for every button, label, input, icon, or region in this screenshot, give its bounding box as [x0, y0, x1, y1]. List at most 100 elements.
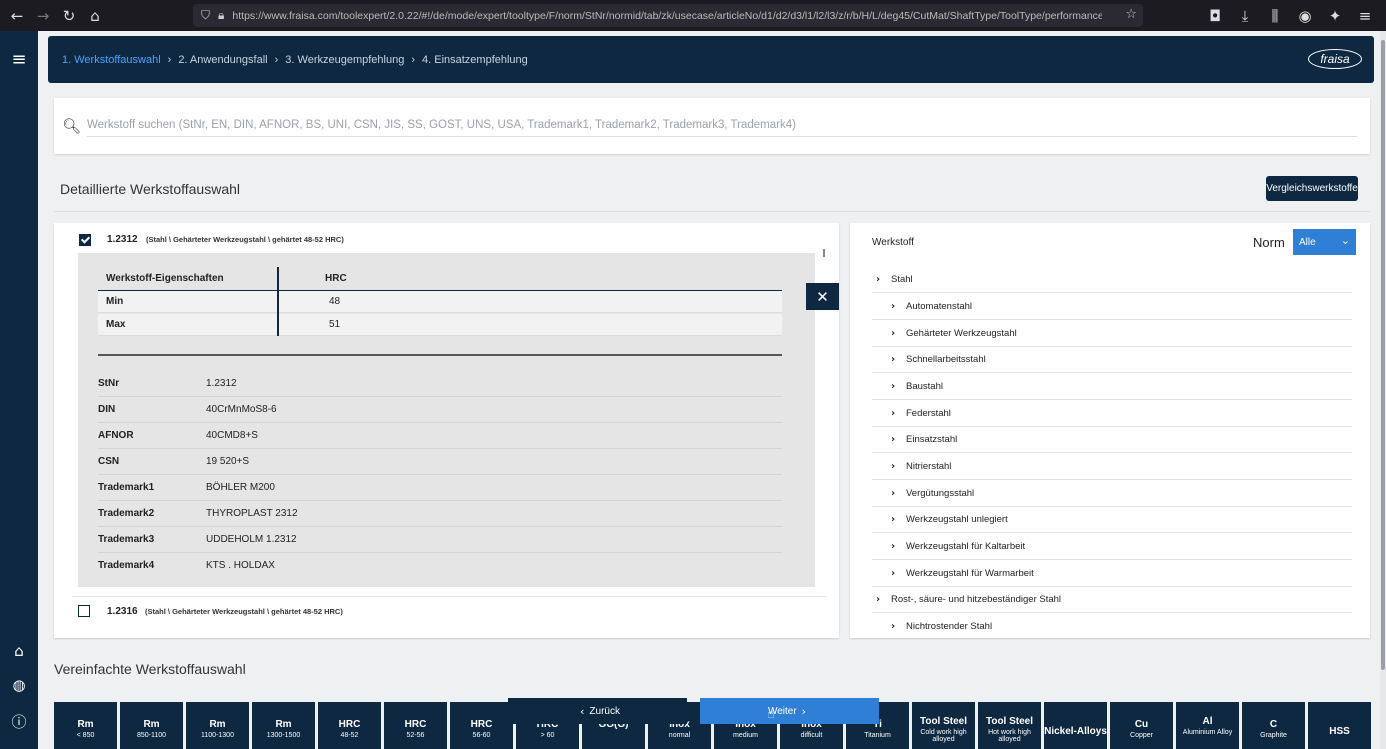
tile-hrc-48-52[interactable]: HRC 48-52 — [318, 702, 381, 749]
tile-nickel-alloys[interactable]: Nickel-Alloys — [1044, 702, 1107, 749]
property-label: Min — [106, 296, 124, 307]
tree-item[interactable]: › Automatenstahl — [872, 294, 1352, 320]
tile-hrc-56-60[interactable]: HRC 56-60 — [450, 702, 513, 749]
back-button[interactable]: ‹ Zurück — [508, 698, 687, 724]
reload-icon[interactable]: ↻ — [56, 3, 82, 29]
tile-sub: 850-1100 — [136, 732, 167, 739]
address-bar[interactable]: ⛉ 🔒︎ https://www.fraisa.com/toolexpert/2… — [193, 4, 1143, 27]
material-number-2[interactable]: 1.2316 — [107, 606, 138, 617]
tree-item[interactable]: › Nitrierstahl — [872, 454, 1352, 480]
breadcrumb-step-3[interactable]: 3. Werkzeugempfehlung — [285, 54, 404, 66]
attribute-row: DIN 40CrMnMoS8-6 — [98, 397, 782, 423]
lock-icon[interactable]: 🔒︎ — [218, 8, 224, 23]
tile-hrc-52-56[interactable]: HRC 52-56 — [384, 702, 447, 749]
tile-main: Al — [1202, 716, 1213, 727]
tile-main: Rm — [77, 719, 94, 730]
chevron-right-icon: › — [876, 274, 881, 285]
tile-aluminium[interactable]: Al Aluminium Alloy — [1176, 702, 1239, 749]
browser-toolbar: ← → ↻ ⌂ ⛉ 🔒︎ https://www.fraisa.com/tool… — [0, 0, 1386, 31]
tile-sub: normal — [668, 732, 691, 739]
tile-sub: 1300-1500 — [266, 732, 301, 739]
url-text[interactable]: https://www.fraisa.com/toolexpert/2.0.22… — [232, 10, 1102, 22]
tile-graphite[interactable]: C Graphite — [1242, 702, 1305, 749]
tile-main: HRC — [470, 719, 493, 730]
tree-item[interactable]: › Vergütungsstahl — [872, 481, 1352, 507]
bookmark-star-icon[interactable]: ☆ — [1125, 7, 1137, 22]
properties-header-label: Werkstoff-Eigenschaften — [106, 273, 224, 284]
tile-rm-1100-1300[interactable]: Rm 1100-1300 — [186, 702, 249, 749]
tile-rm-1300-1500[interactable]: Rm 1300-1500 — [252, 702, 315, 749]
chevron-right-icon: › — [274, 53, 279, 66]
material-checkbox-2[interactable] — [78, 605, 90, 617]
material-number-1[interactable]: 1.2312 — [107, 234, 138, 245]
tree-item[interactable]: › Werkzeugstahl für Warmarbeit — [872, 561, 1352, 587]
home-icon[interactable]: ⌂ — [9, 642, 29, 662]
tile-sub: 1100-1300 — [201, 732, 234, 739]
tree-item-label: Einsatzstahl — [906, 434, 958, 445]
attribute-label: Trademark2 — [98, 508, 155, 519]
globe-icon[interactable]: ◍ — [9, 676, 29, 696]
tree-item-label: Rost-, säure- und hitzebeständiger Stahl — [891, 594, 1062, 605]
back-arrow-icon[interactable]: ← — [4, 3, 30, 29]
next-button[interactable]: Weiter › — [700, 698, 879, 724]
tree-item-label: Stahl — [891, 274, 913, 285]
attribute-label: StNr — [98, 378, 120, 389]
attribute-label: Trademark4 — [98, 560, 155, 571]
attribute-value: 40CMD8+S — [206, 430, 258, 441]
tile-tool-steel-cold[interactable]: Tool Steel Cold work high alloyed — [912, 702, 975, 749]
breadcrumb-step-2[interactable]: 2. Anwendungsfall — [178, 54, 267, 66]
tile-hss[interactable]: HSS — [1308, 702, 1371, 749]
tile-main: Nickel-Alloys — [1044, 726, 1107, 737]
tree-title: Werkstoff — [872, 237, 914, 248]
chevron-right-icon: › — [891, 301, 896, 312]
attribute-label: AFNOR — [98, 430, 134, 441]
chevron-right-icon: › — [891, 514, 896, 525]
attribute-row: Trademark1 BÖHLER M200 — [98, 475, 782, 501]
tile-copper[interactable]: Cu Copper — [1110, 702, 1173, 749]
material-checkbox-1[interactable] — [79, 234, 91, 246]
tree-item[interactable]: › Werkzeugstahl für Kaltarbeit — [872, 534, 1352, 560]
tree-item-stahl[interactable]: › Stahl — [872, 267, 1352, 293]
account-icon[interactable]: ◉ — [1292, 3, 1318, 29]
tile-sub: > 60 — [540, 732, 555, 739]
left-rail: ≡ ⌂ ◍ ⓘ — [0, 31, 38, 749]
hamburger-menu-icon[interactable]: ≡ — [9, 49, 29, 70]
shield-icon[interactable]: ⛉ — [201, 8, 210, 23]
tree-item[interactable]: › Schnellarbeitsstahl — [872, 347, 1352, 373]
close-icon[interactable]: ✕ — [806, 283, 839, 310]
breadcrumb-step-4[interactable]: 4. Einsatzempfehlung — [422, 54, 528, 66]
tree-item[interactable]: › Nichtrostender Stahl — [872, 614, 1352, 640]
library-icon[interactable]: ⫼ — [1262, 3, 1288, 29]
fraisa-logo[interactable]: fraisa — [1308, 49, 1362, 69]
scrollbar-thumb[interactable] — [1381, 40, 1385, 670]
extensions-icon[interactable]: ✦ — [1322, 3, 1348, 29]
help-icon[interactable]: ⓘ — [9, 711, 29, 731]
pocket-icon[interactable]: ◘ — [1202, 3, 1228, 29]
norm-select[interactable]: Alle ⌄ — [1293, 229, 1356, 255]
tile-sub: 56-60 — [472, 732, 491, 739]
tile-rm-850-1100[interactable]: Rm 850-1100 — [120, 702, 183, 749]
tree-item[interactable]: › Federstahl — [872, 401, 1352, 427]
property-header-divider — [98, 290, 782, 291]
tree-item[interactable]: › Gehärteter Werkzeugstahl — [872, 321, 1352, 347]
search-input[interactable] — [87, 113, 1357, 137]
attribute-row: Trademark4 KTS . HOLDAX — [98, 553, 782, 579]
tree-item[interactable]: › Werkzeugstahl unlegiert — [872, 507, 1352, 533]
tile-tool-steel-hot[interactable]: Tool Steel Hot work high alloyed — [978, 702, 1041, 749]
tile-rm-850[interactable]: Rm < 850 — [54, 702, 117, 749]
tree-item[interactable]: › Baustahl — [872, 374, 1352, 400]
compare-materials-button[interactable]: Vergleichswerkstoffe — [1266, 176, 1358, 201]
download-icon[interactable]: ⤓ — [1232, 3, 1258, 29]
home-icon[interactable]: ⌂ — [82, 3, 108, 29]
tree-item[interactable]: › Einsatzstahl — [872, 427, 1352, 453]
chevron-right-icon: › — [891, 541, 896, 552]
tile-main: HRC — [338, 719, 361, 730]
tree-item-label: Baustahl — [906, 381, 943, 392]
tree-item-rostfrei[interactable]: › Rost-, säure- und hitzebeständiger Sta… — [872, 587, 1352, 613]
property-row: Max 51 — [98, 314, 782, 336]
chevron-right-icon: › — [891, 568, 896, 579]
breadcrumb-step-1[interactable]: 1. Werkstoffauswahl — [62, 54, 161, 66]
forward-arrow-icon[interactable]: → — [30, 3, 56, 29]
browser-menu-icon[interactable]: ≡ — [1352, 3, 1378, 29]
material-detail-card: ✕ Werkstoff-Eigenschaften HRC Min 48 Max… — [78, 253, 839, 587]
